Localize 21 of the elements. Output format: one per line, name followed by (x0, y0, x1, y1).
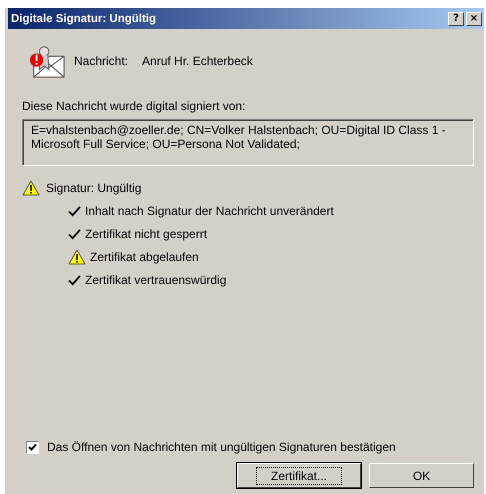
checkmark-icon (68, 228, 81, 240)
check-result: Inhalt nach Signatur der Nachricht unverändert (85, 204, 334, 218)
signed-by-label: Diese Nachricht wurde digital signiert von: (22, 99, 246, 113)
checkmark-icon (68, 206, 81, 216)
close-button[interactable]: × (466, 12, 482, 26)
check-result: Zertifikat abgelaufen (90, 250, 199, 264)
help-button[interactable]: ? (448, 12, 464, 26)
check-result: Zertifikat vertrauenswürdig (85, 273, 226, 287)
ok-button[interactable]: OK (369, 463, 474, 488)
warning-icon (68, 249, 86, 265)
confirm-checkbox[interactable] (26, 440, 39, 454)
warning-icon (22, 180, 40, 196)
certificate-button[interactable]: Zertifikat... (237, 463, 361, 488)
confirm-label: Das Öffnen von Nachrichten mit ungültigen Signaturen bestätigen (47, 440, 396, 454)
check-result: Zertifikat nicht gesperrt (85, 227, 208, 241)
message-label: Nachricht: (74, 54, 128, 68)
message-subject: Anruf Hr. Echterbeck (142, 54, 253, 68)
signature-status: Signatur: Ungültig (46, 181, 142, 195)
signer-field: E=vhalstenbach@zoeller.de; CN=Volker Halstenbach; OU=Digital ID Class 1 - Microsoft Full Service; OU=Persona Not Validated; (22, 119, 474, 166)
checkmark-icon (68, 274, 81, 286)
window-title: Digitale Signatur: Ungültig (11, 12, 156, 24)
